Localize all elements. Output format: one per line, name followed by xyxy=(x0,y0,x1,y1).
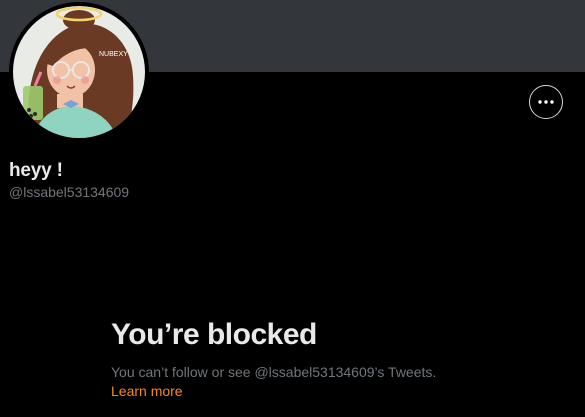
blocked-message: You can’t follow or see @lssabel53134609… xyxy=(111,364,437,380)
more-options-button[interactable] xyxy=(529,85,563,119)
learn-more-link[interactable]: Learn more xyxy=(111,383,183,399)
profile-handle: @lssabel53134609 xyxy=(9,184,130,200)
blocked-title: You’re blocked xyxy=(111,318,317,351)
profile-display-name: heyy ! xyxy=(9,160,63,181)
more-horizontal-icon xyxy=(538,100,554,104)
profile-avatar[interactable]: NUBEXY xyxy=(9,2,149,142)
avatar-watermark: NUBEXY xyxy=(99,51,128,58)
avatar-illustration: NUBEXY xyxy=(13,6,145,138)
